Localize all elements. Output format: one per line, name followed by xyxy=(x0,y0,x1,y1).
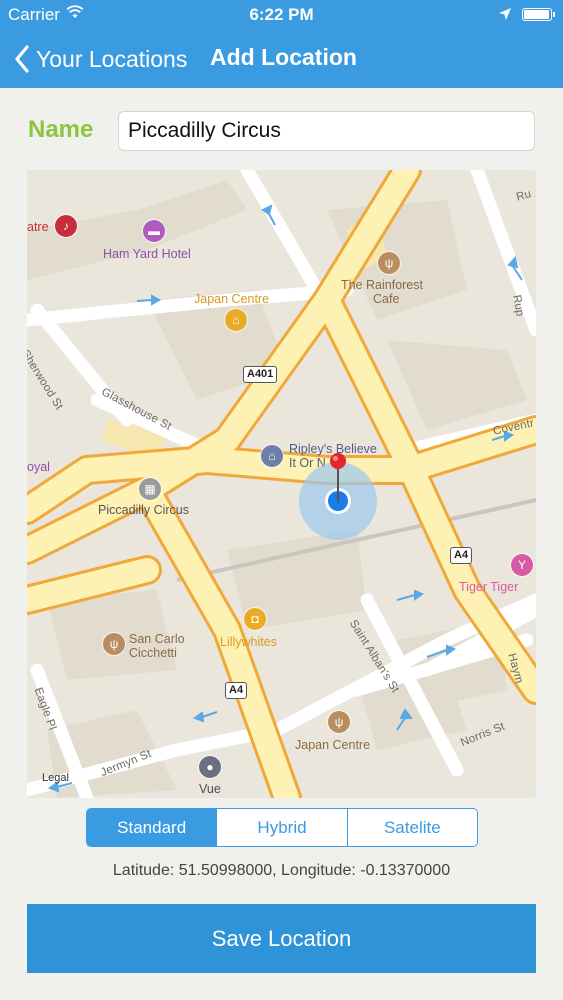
map-type-segmented-control: Standard Hybrid Satelite xyxy=(86,808,478,847)
map-type-satellite[interactable]: Satelite xyxy=(346,809,477,846)
road-shield-a4: A4 xyxy=(450,547,473,564)
map-type-hybrid[interactable]: Hybrid xyxy=(216,809,347,846)
poi-san-carlo-line1[interactable]: San Carlo xyxy=(129,632,185,646)
status-bar: Carrier 6:22 PM xyxy=(0,0,563,30)
page-title: Add Location xyxy=(210,44,357,70)
fork-knife-icon[interactable]: ψ xyxy=(378,252,400,274)
poi-ham-yard-hotel[interactable]: Ham Yard Hotel xyxy=(103,247,191,261)
battery-icon xyxy=(522,8,555,21)
poi-lillywhites[interactable]: Lillywhites xyxy=(220,635,277,649)
poi-rainforest-cafe-line1[interactable]: The Rainforest xyxy=(341,278,423,292)
name-field[interactable] xyxy=(118,111,535,151)
poi-vue[interactable]: Vue xyxy=(199,782,221,796)
map-view[interactable]: ♪ atre ▬ Ham Yard Hotel ψ The Rainforest… xyxy=(27,170,536,798)
navigation-bar: Your Locations Add Location xyxy=(0,30,563,88)
save-location-button[interactable]: Save Location xyxy=(27,904,536,973)
clock: 6:22 PM xyxy=(249,5,314,24)
battery-level xyxy=(524,10,549,19)
museum-icon[interactable]: ⌂ xyxy=(261,445,283,467)
map-type-standard[interactable]: Standard xyxy=(87,809,217,846)
name-label: Name xyxy=(28,116,94,143)
shopping-cart-icon[interactable]: ⌂ xyxy=(225,309,247,331)
chevron-left-icon xyxy=(15,45,29,73)
poi-japan-centre-bottom[interactable]: Japan Centre xyxy=(295,738,370,752)
back-button[interactable]: Your Locations xyxy=(14,42,187,76)
fork-knife-icon[interactable]: ψ xyxy=(328,711,350,733)
coordinates-readout: Latitude: 51.50998000, Longitude: -0.133… xyxy=(112,862,451,879)
poi-theatre[interactable]: atre xyxy=(27,220,49,234)
road-shield-a401: A401 xyxy=(243,366,278,383)
location-arrow-icon xyxy=(498,6,512,26)
back-button-label: Your Locations xyxy=(36,45,188,72)
music-note-icon[interactable]: ♪ xyxy=(55,215,77,237)
film-camera-icon[interactable]: ● xyxy=(199,756,221,778)
road-shield-a4: A4 xyxy=(225,682,248,699)
map-pin-icon[interactable] xyxy=(329,452,347,504)
poi-japan-centre-top[interactable]: Japan Centre xyxy=(194,292,269,306)
bed-icon[interactable]: ▬ xyxy=(143,220,165,242)
landmark-icon[interactable]: ▦ xyxy=(139,478,161,500)
map-canvas xyxy=(27,170,536,798)
poi-piccadilly-circus[interactable]: Piccadilly Circus xyxy=(98,503,189,517)
poi-royal[interactable]: oyal xyxy=(27,460,50,474)
cocktail-icon[interactable]: Y xyxy=(511,554,533,576)
poi-rainforest-cafe-line2[interactable]: Cafe xyxy=(373,292,399,306)
shopping-bag-icon[interactable]: ◘ xyxy=(244,608,266,630)
poi-san-carlo-line2[interactable]: Cicchetti xyxy=(129,646,177,660)
fork-knife-icon[interactable]: ψ xyxy=(103,633,125,655)
poi-tiger-tiger[interactable]: Tiger Tiger xyxy=(459,580,518,594)
map-legal-link[interactable]: Legal xyxy=(42,772,69,784)
